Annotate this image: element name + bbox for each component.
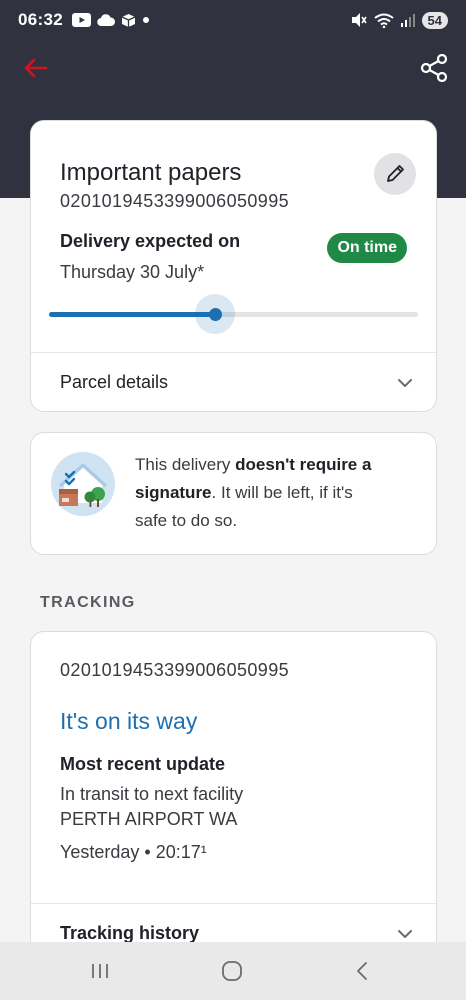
youtube-icon: [71, 13, 91, 27]
tracking-status: It's on its way: [60, 708, 198, 734]
system-back-button[interactable]: [350, 960, 374, 982]
signature-notice-text: This delivery doesn't require a signature…: [135, 455, 372, 530]
parcel-details-label: Parcel details: [60, 372, 169, 392]
system-navigation-bar: [0, 942, 466, 1000]
delivery-progress-bar: [49, 294, 418, 334]
most-recent-update-label: Most recent update: [60, 754, 226, 774]
cloud-icon: [97, 14, 115, 26]
back-icon: [357, 962, 367, 980]
status-time: 06:32: [18, 10, 63, 29]
status-bar: 06:32 54: [0, 0, 466, 40]
delivery-expected-date: Thursday 30 July*: [60, 262, 205, 282]
tracking-card: 02010194533990060509​95 It's on its way …: [30, 631, 437, 971]
delivery-progress-fill: [49, 312, 216, 317]
tracking-id: 02010194533990060509​95: [60, 660, 290, 680]
chevron-down-icon: [398, 379, 412, 387]
wifi-icon: [373, 13, 394, 28]
edit-button[interactable]: [374, 153, 416, 195]
app-header: [0, 44, 466, 92]
dot-icon: [142, 17, 149, 23]
divider: [31, 352, 436, 353]
home-icon: [222, 961, 242, 981]
recent-update-time: Yesterday • 20:17¹: [60, 842, 207, 862]
tracking-history-label: Tracking history: [60, 923, 200, 943]
signature-notice-card: This delivery doesn't require a signature…: [30, 432, 437, 555]
home-button[interactable]: [220, 960, 244, 982]
recent-apps-icon: [92, 964, 108, 978]
delivery-expected-label: Delivery expected on: [60, 231, 241, 251]
parcel-details-toggle[interactable]: Parcel details: [31, 354, 436, 412]
back-button[interactable]: [18, 52, 52, 84]
divider: [31, 903, 436, 904]
house-delivery-icon: [51, 452, 115, 516]
share-button[interactable]: [416, 50, 452, 86]
battery-level: 54: [421, 11, 448, 29]
status-badge: On time: [327, 233, 407, 263]
delivery-progress-marker: [208, 308, 222, 321]
mute-icon: [351, 13, 367, 27]
signal-icon: [400, 14, 415, 27]
pencil-icon: [387, 165, 404, 182]
arrow-left-icon: [24, 58, 47, 78]
delivery-summary-card: Important papers 02010194533990060509​95…: [30, 120, 437, 412]
recent-update-location: PERTH AIRPORT WA: [60, 809, 238, 829]
item-title: Important papers: [60, 159, 242, 186]
recent-update-event: In transit to next facility: [60, 784, 244, 804]
share-icon: [420, 53, 448, 83]
recent-apps-button[interactable]: [88, 960, 112, 982]
package-icon: [121, 13, 136, 27]
chevron-down-icon: [398, 930, 412, 938]
tracking-section-heading: TRACKING: [40, 594, 136, 611]
item-tracking-id: 02010194533990060509​95: [60, 191, 290, 211]
